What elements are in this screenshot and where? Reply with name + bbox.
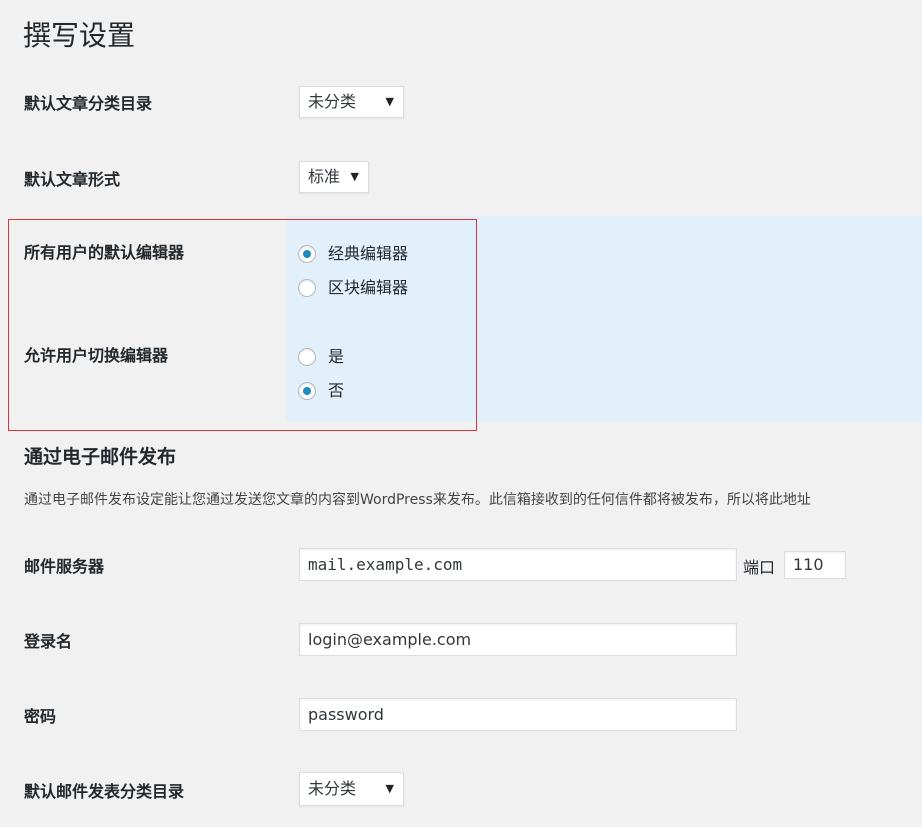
default-format-value: 标准 [308,167,341,186]
allow-switch-label: 允许用户切换编辑器 [24,346,169,365]
radio-allow-switch-yes-label: 是 [328,347,345,366]
mail-category-value: 未分类 [308,779,357,798]
chevron-down-icon: ▼ [385,95,394,108]
radio-block-editor[interactable]: 区块编辑器 [298,276,408,300]
default-editor-label: 所有用户的默认编辑器 [24,243,185,262]
post-via-email-heading: 通过电子邮件发布 [24,446,177,468]
chevron-down-icon: ▼ [350,170,359,183]
radio-allow-switch-no-input[interactable] [298,382,316,400]
page-title: 撰写设置 [23,19,136,52]
default-category-select[interactable]: 未分类 ▼ [299,86,404,118]
default-category-value: 未分类 [308,92,357,111]
writing-settings-page: 撰写设置 默认文章分类目录 未分类 ▼ 默认文章形式 标准 ▼ 所有用户的默认编… [0,0,922,827]
port-input[interactable]: 110 [784,551,846,579]
mail-category-select[interactable]: 未分类 ▼ [299,772,404,806]
mail-category-label: 默认邮件发表分类目录 [24,782,185,801]
radio-block-editor-input[interactable] [298,279,316,297]
default-format-label: 默认文章形式 [24,170,121,189]
post-via-email-description: 通过电子邮件发布设定能让您通过发送您文章的内容到WordPress来发布。此信箱… [24,492,811,508]
radio-classic-editor-input[interactable] [298,245,316,263]
radio-allow-switch-no-label: 否 [328,381,345,400]
default-category-label: 默认文章分类目录 [24,94,153,113]
radio-allow-switch-yes-input[interactable] [298,348,316,366]
login-name-input[interactable]: login@example.com [299,623,737,656]
port-label: 端口 [743,558,776,577]
chevron-down-icon: ▼ [385,782,394,795]
radio-classic-editor[interactable]: 经典编辑器 [298,242,408,266]
password-input[interactable]: password [299,698,737,731]
mail-server-label: 邮件服务器 [24,557,105,576]
mail-server-input[interactable]: mail.example.com [299,548,737,581]
radio-allow-switch-yes[interactable]: 是 [298,345,344,369]
login-name-label: 登录名 [24,632,73,651]
radio-classic-editor-label: 经典编辑器 [328,244,409,263]
password-label: 密码 [24,707,57,726]
radio-block-editor-label: 区块编辑器 [328,278,409,297]
default-format-select[interactable]: 标准 ▼ [299,161,369,193]
radio-allow-switch-no[interactable]: 否 [298,379,344,403]
